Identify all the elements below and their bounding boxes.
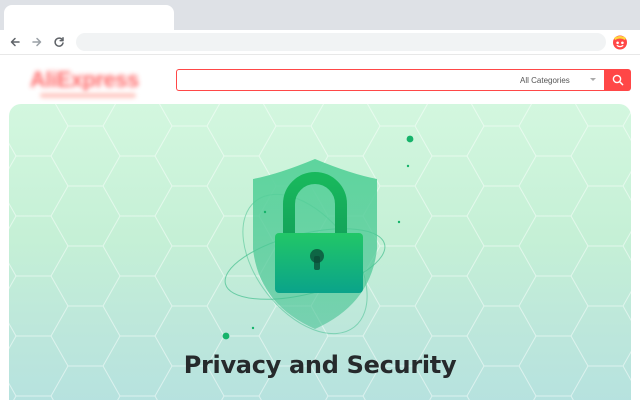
browser-toolbar — [0, 30, 640, 55]
logo-tagline-blur — [40, 93, 136, 98]
search-box: All Categories — [176, 69, 604, 91]
extension-button[interactable] — [611, 33, 629, 51]
site-header: AliExpress All Categories — [0, 55, 640, 103]
aliexpress-logo[interactable]: AliExpress — [30, 67, 139, 93]
forward-button[interactable] — [28, 33, 46, 51]
aliexpress-extension-icon — [613, 35, 627, 50]
category-select[interactable]: All Categories — [512, 70, 604, 90]
reload-button[interactable] — [50, 33, 68, 51]
chevron-down-icon — [590, 78, 596, 81]
privacy-hero-banner: Privacy and Security — [9, 104, 631, 400]
reload-icon — [54, 37, 64, 47]
browser-window: AliExpress All Categories Privacy and Se… — [0, 0, 640, 400]
back-arrow-icon — [10, 37, 20, 47]
search-input[interactable] — [181, 72, 501, 88]
search-button[interactable] — [604, 69, 631, 91]
tab-strip — [0, 0, 640, 30]
category-select-label: All Categories — [520, 75, 570, 85]
address-bar[interactable] — [76, 33, 606, 51]
forward-arrow-icon — [32, 37, 42, 47]
search-icon — [612, 74, 623, 86]
active-tab[interactable] — [4, 5, 174, 30]
hero-title: Privacy and Security — [183, 351, 457, 379]
back-button[interactable] — [6, 33, 24, 51]
